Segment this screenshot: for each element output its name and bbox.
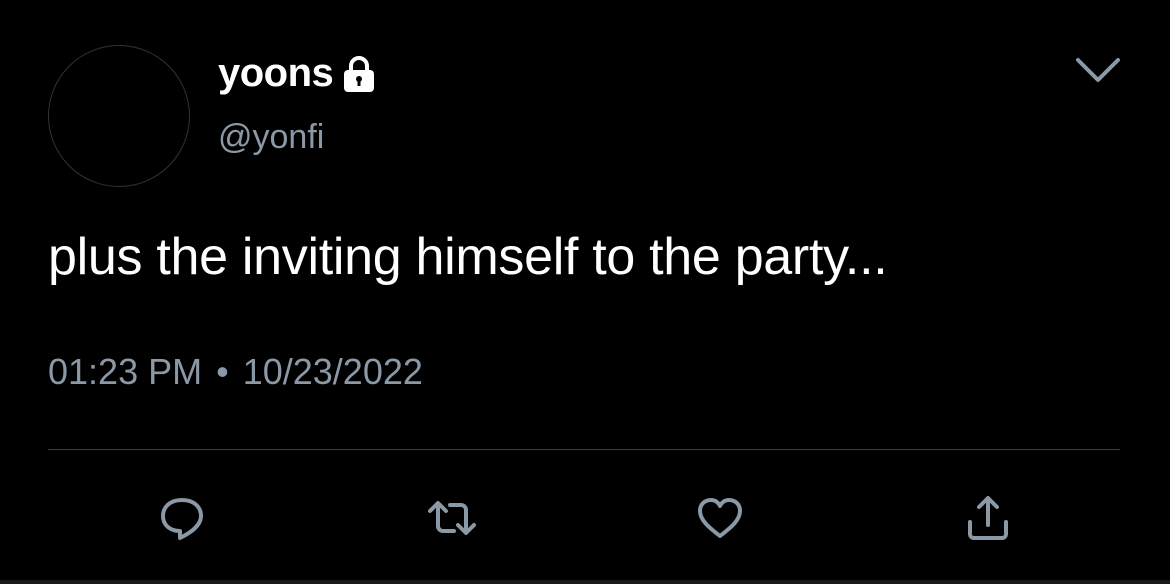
reply-button[interactable]	[154, 490, 210, 546]
reply-icon	[161, 498, 203, 540]
user-handle[interactable]: @yonfi	[218, 120, 324, 154]
tweet-text: plus the inviting himself to the party..…	[48, 228, 888, 286]
user-name-row: yoons	[218, 52, 379, 94]
tweet-meta: 01:23 PM • 10/23/2022	[48, 354, 423, 390]
bottom-divider	[0, 580, 1170, 584]
heart-icon	[698, 498, 742, 538]
share-icon	[968, 496, 1008, 540]
like-button[interactable]	[692, 490, 748, 546]
tweet-time[interactable]: 01:23 PM	[48, 354, 202, 390]
tweet-date[interactable]: 10/23/2022	[243, 354, 423, 390]
share-button[interactable]	[960, 490, 1016, 546]
chevron-down-icon[interactable]	[1072, 50, 1124, 90]
avatar[interactable]	[48, 45, 190, 187]
display-name[interactable]: yoons	[218, 53, 334, 93]
retweet-icon	[428, 501, 476, 535]
retweet-button[interactable]	[424, 490, 480, 546]
lock-icon	[339, 54, 379, 94]
divider	[48, 449, 1120, 450]
tweet-card: yoons @yonfi plus the inviting himself t…	[0, 0, 1170, 584]
meta-separator: •	[216, 351, 229, 392]
